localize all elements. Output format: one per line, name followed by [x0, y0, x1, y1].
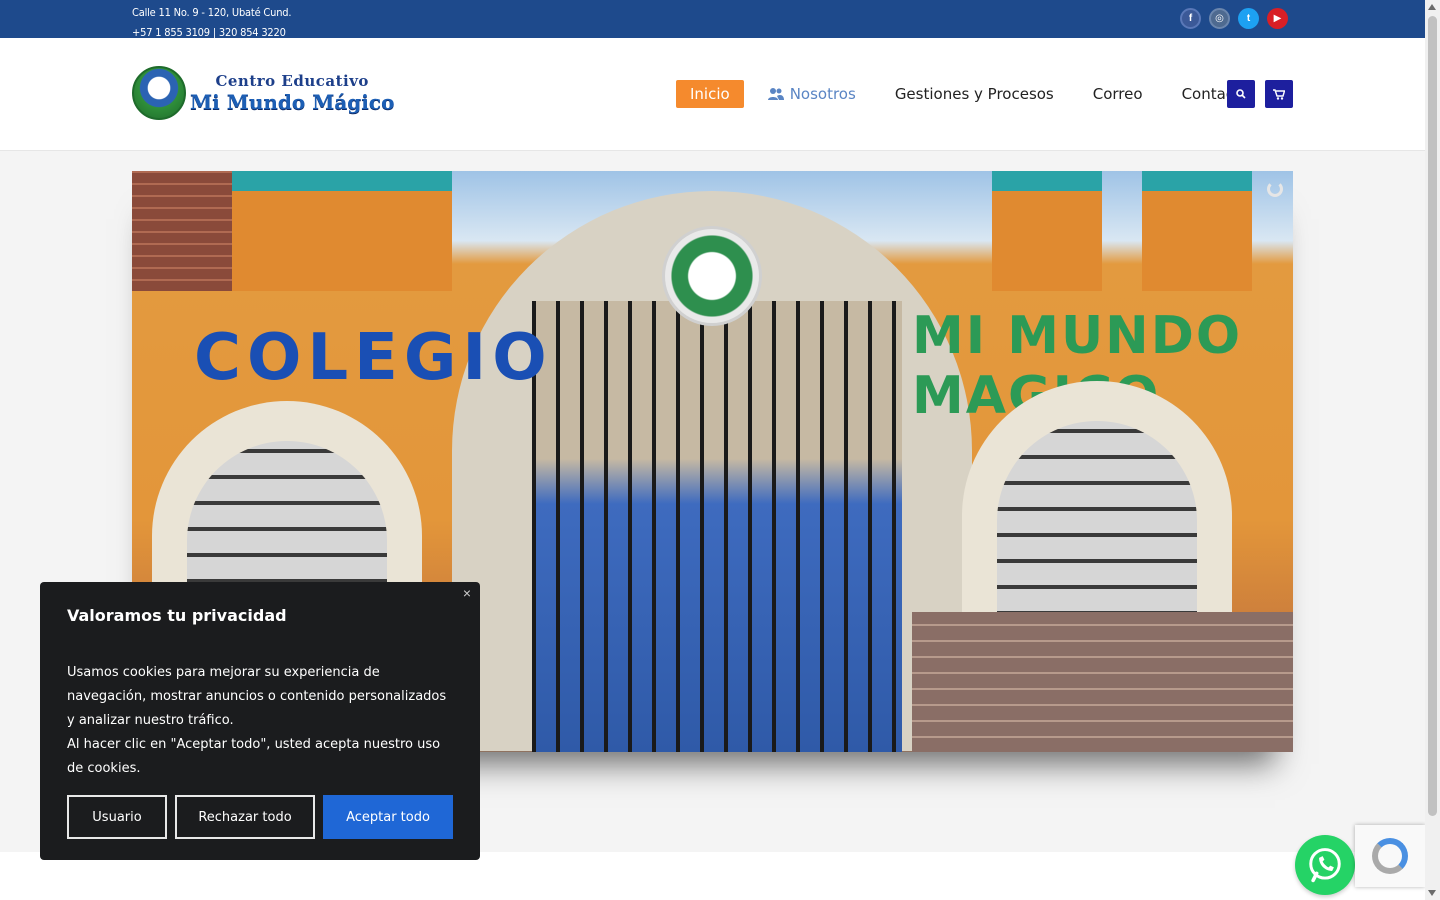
- cookie-body: Usamos cookies para mejorar su experienc…: [67, 665, 447, 776]
- search-icon: [1236, 89, 1246, 99]
- logo-emblem-icon: [132, 66, 186, 120]
- whatsapp-icon: [1309, 848, 1341, 883]
- users-icon: [767, 88, 784, 100]
- nav-item-inicio[interactable]: Inicio: [676, 80, 744, 108]
- close-icon[interactable]: ×: [463, 585, 471, 601]
- youtube-icon[interactable]: ▶: [1267, 8, 1288, 29]
- nav-item-nosotros-label: Nosotros: [789, 85, 856, 103]
- top-bar: Calle 11 No. 9 - 120, Ubaté Cund. +57 1 …: [0, 0, 1425, 39]
- cookie-title: Valoramos tu privacidad: [67, 606, 287, 625]
- twitter-icon[interactable]: t: [1238, 8, 1259, 29]
- hero-emblem: [662, 226, 762, 326]
- cart-button[interactable]: [1265, 80, 1293, 108]
- hero-window-right: [962, 381, 1232, 641]
- hero-sign-left: COLEGIO: [194, 321, 553, 395]
- page-scrollbar[interactable]: [1425, 0, 1440, 900]
- facebook-icon[interactable]: f: [1180, 8, 1201, 29]
- slider-loading-icon: [1267, 181, 1283, 197]
- contact-info: Calle 11 No. 9 - 120, Ubaté Cund. +57 1 …: [132, 3, 292, 43]
- nav-item-gestiones[interactable]: Gestiones y Procesos: [895, 85, 1054, 103]
- site-logo[interactable]: Centro Educativo Mi Mundo Mágico: [132, 66, 394, 120]
- instagram-icon[interactable]: ◎: [1209, 8, 1230, 29]
- recaptcha-badge[interactable]: [1355, 825, 1425, 887]
- logo-top-text: Centro Educativo: [215, 72, 369, 90]
- recaptcha-icon: [1372, 838, 1408, 874]
- nav-item-correo[interactable]: Correo: [1093, 85, 1143, 103]
- address-text: Calle 11 No. 9 - 120, Ubaté Cund.: [132, 6, 292, 19]
- cookie-accept-button[interactable]: Aceptar todo: [323, 795, 453, 839]
- social-links: f ◎ t ▶: [1180, 8, 1288, 29]
- hero-gate: [532, 301, 902, 752]
- site-header: Centro Educativo Mi Mundo Mágico Inicio …: [0, 38, 1425, 151]
- cookie-reject-button[interactable]: Rechazar todo: [175, 795, 315, 839]
- cookie-consent-banner: × Valoramos tu privacidad Usamos cookies…: [40, 582, 480, 860]
- whatsapp-button[interactable]: [1295, 835, 1355, 895]
- scrollbar-thumb[interactable]: [1428, 16, 1437, 816]
- search-button[interactable]: [1227, 80, 1255, 108]
- cookie-user-button[interactable]: Usuario: [67, 795, 167, 839]
- main-nav: Inicio Nosotros Gestiones y Procesos Cor…: [676, 80, 1249, 108]
- scroll-up-icon[interactable]: [1428, 4, 1436, 10]
- scroll-down-icon[interactable]: [1428, 890, 1436, 896]
- logo-main-text: Mi Mundo Mágico: [190, 90, 395, 114]
- cart-icon: [1273, 88, 1285, 100]
- nav-item-nosotros[interactable]: Nosotros: [767, 85, 856, 103]
